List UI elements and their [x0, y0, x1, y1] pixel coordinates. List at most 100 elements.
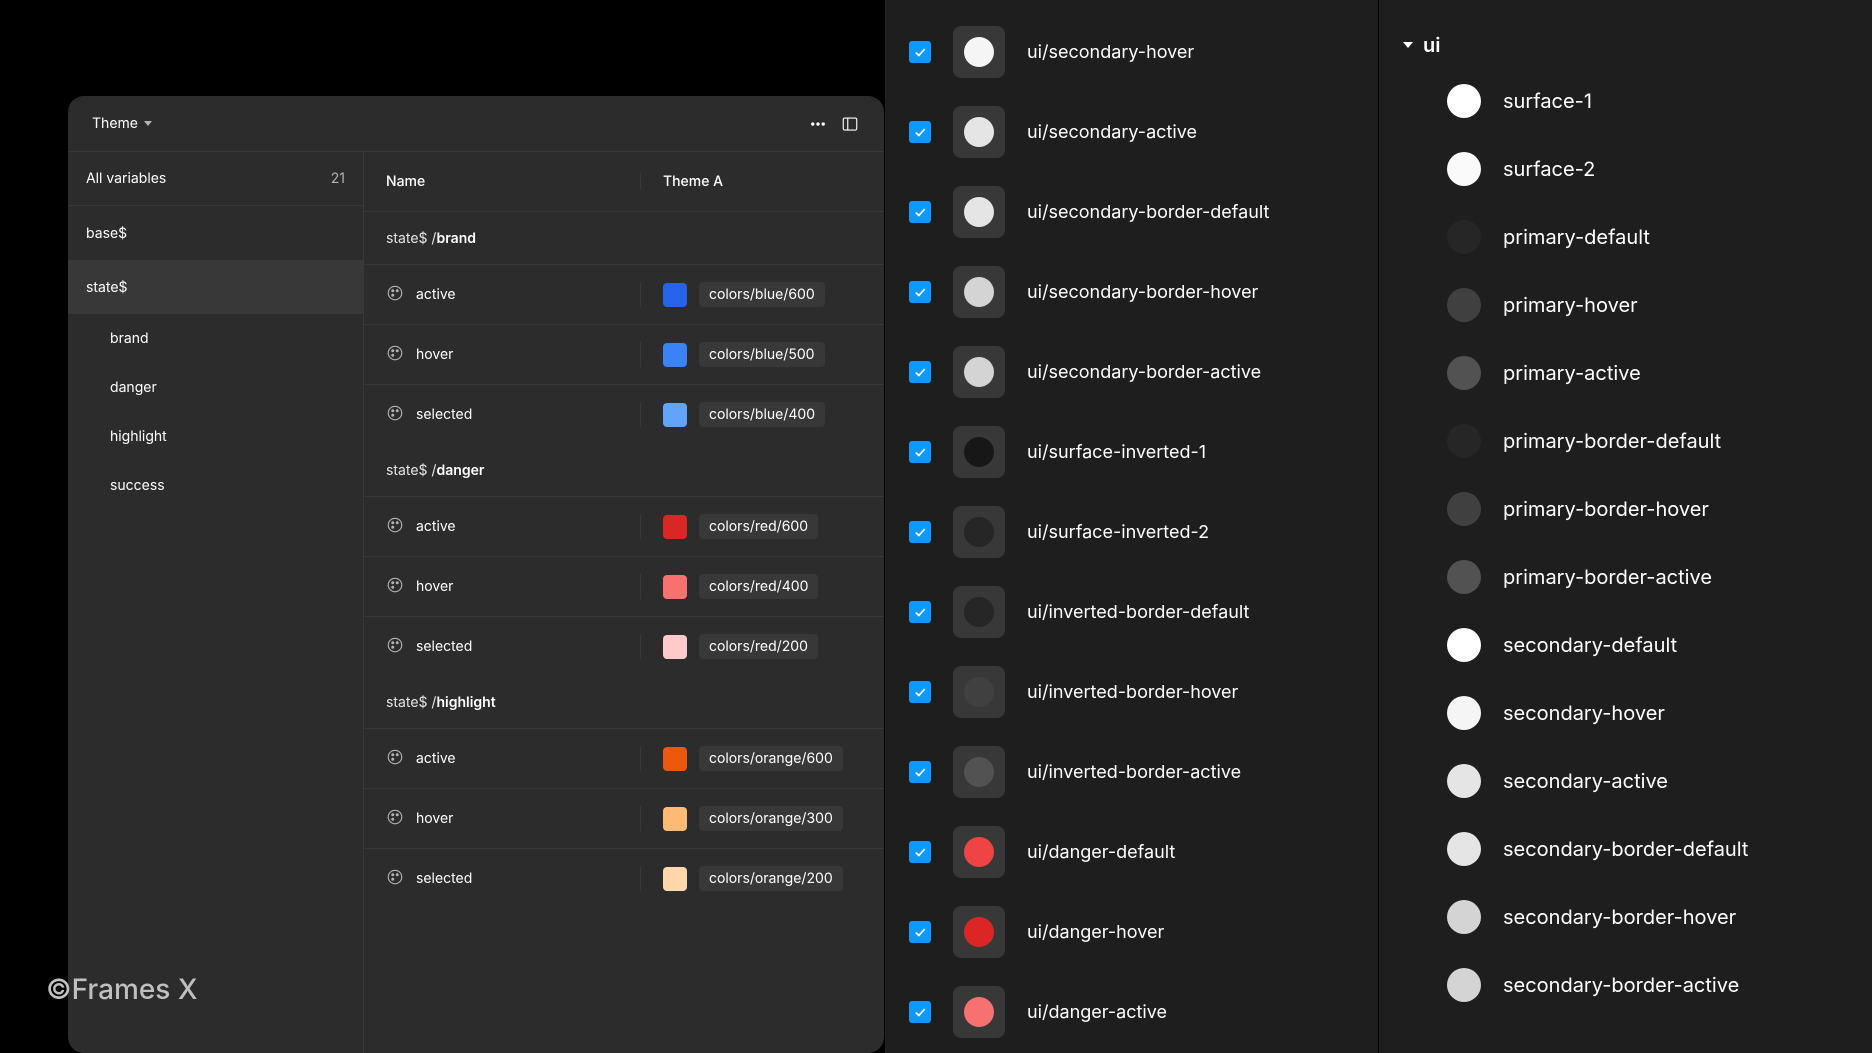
- style-swatch: [1447, 900, 1481, 934]
- variable-name: hover: [416, 346, 453, 363]
- style-tree-item[interactable]: primary-default: [1379, 203, 1872, 271]
- style-swatch-holder: [953, 186, 1005, 238]
- theme-dropdown[interactable]: Theme: [86, 111, 158, 136]
- group-header: state$ / highlight: [364, 676, 884, 728]
- variable-name: selected: [416, 406, 472, 423]
- style-tree-item[interactable]: surface-1: [1379, 67, 1872, 135]
- style-tree-item[interactable]: secondary-border-active: [1379, 951, 1872, 1019]
- style-swatch-holder: [953, 346, 1005, 398]
- style-tree-item[interactable]: secondary-hover: [1379, 679, 1872, 747]
- group-header: state$ / brand: [364, 212, 884, 264]
- style-checkbox[interactable]: [909, 281, 931, 303]
- style-checkbox[interactable]: [909, 441, 931, 463]
- style-tree-item[interactable]: primary-border-hover: [1379, 475, 1872, 543]
- variables-panel: Theme All variables 21 base$state$brandd…: [68, 96, 884, 1053]
- style-selection-row[interactable]: ui/surface-inverted-1: [885, 412, 1378, 492]
- variables-table: Name Theme A state$ / brand active color…: [364, 152, 884, 1053]
- style-checkbox[interactable]: [909, 201, 931, 223]
- style-checkbox[interactable]: [909, 361, 931, 383]
- collection-subitem[interactable]: brand: [68, 314, 363, 363]
- variable-row[interactable]: selected colors/orange/200: [364, 848, 884, 908]
- style-tree-item[interactable]: secondary-border-hover: [1379, 883, 1872, 951]
- style-selection-row[interactable]: ui/danger-active: [885, 972, 1378, 1052]
- style-swatch-holder: [953, 906, 1005, 958]
- variable-name: active: [416, 518, 456, 535]
- style-label: ui/secondary-border-active: [1027, 362, 1261, 383]
- style-selection-row[interactable]: ui/inverted-border-default: [885, 572, 1378, 652]
- style-checkbox[interactable]: [909, 521, 931, 543]
- style-selection-row[interactable]: ui/secondary-border-active: [885, 332, 1378, 412]
- style-tree-label: secondary-border-active: [1503, 973, 1739, 997]
- style-selection-row[interactable]: ui/secondary-hover: [885, 12, 1378, 92]
- style-swatch: [1447, 492, 1481, 526]
- style-checkbox[interactable]: [909, 41, 931, 63]
- style-tree-item[interactable]: secondary-active: [1379, 747, 1872, 815]
- variable-row[interactable]: selected colors/blue/400: [364, 384, 884, 444]
- variable-row[interactable]: active colors/blue/600: [364, 264, 884, 324]
- collection-subitem[interactable]: success: [68, 461, 363, 510]
- all-variables-row[interactable]: All variables 21: [68, 152, 363, 206]
- variable-row[interactable]: hover colors/orange/300: [364, 788, 884, 848]
- style-swatch: [1447, 628, 1481, 662]
- more-options-button[interactable]: [802, 108, 834, 140]
- style-swatch: [964, 837, 994, 867]
- collection-subitem[interactable]: danger: [68, 363, 363, 412]
- collection-item[interactable]: base$: [68, 206, 363, 260]
- style-tree-item[interactable]: primary-border-active: [1379, 543, 1872, 611]
- style-tree-item[interactable]: secondary-border-default: [1379, 815, 1872, 883]
- collection-subitem[interactable]: highlight: [68, 412, 363, 461]
- collection-item[interactable]: state$: [68, 260, 363, 314]
- style-tree-label: secondary-default: [1503, 633, 1677, 657]
- style-tree-label: primary-hover: [1503, 293, 1638, 317]
- palette-icon: [386, 576, 404, 598]
- style-checkbox[interactable]: [909, 921, 931, 943]
- style-swatch: [964, 117, 994, 147]
- style-tree-item[interactable]: secondary-default: [1379, 611, 1872, 679]
- style-tree-item[interactable]: primary-border-default: [1379, 407, 1872, 475]
- variable-name: selected: [416, 870, 472, 887]
- color-swatch: [663, 403, 687, 427]
- style-selection-row[interactable]: ui/danger-hover: [885, 892, 1378, 972]
- tree-root-ui[interactable]: ui: [1379, 22, 1872, 67]
- variable-row[interactable]: hover colors/blue/500: [364, 324, 884, 384]
- style-checkbox[interactable]: [909, 121, 931, 143]
- style-swatch: [1447, 560, 1481, 594]
- style-label: ui/danger-active: [1027, 1002, 1167, 1023]
- style-label: ui/secondary-border-default: [1027, 202, 1269, 223]
- variable-row[interactable]: active colors/red/600: [364, 496, 884, 556]
- variable-name: active: [416, 286, 456, 303]
- style-label: ui/inverted-border-active: [1027, 762, 1241, 783]
- style-tree-item[interactable]: surface-2: [1379, 135, 1872, 203]
- style-checkbox[interactable]: [909, 761, 931, 783]
- style-selection-row[interactable]: ui/secondary-active: [885, 92, 1378, 172]
- style-selection-row[interactable]: ui/danger-default: [885, 812, 1378, 892]
- style-tree-panel: ui surface-1 surface-2 primary-default p…: [1379, 0, 1872, 1053]
- style-tree-item[interactable]: primary-hover: [1379, 271, 1872, 339]
- variable-row[interactable]: hover colors/red/400: [364, 556, 884, 616]
- variable-row[interactable]: selected colors/red/200: [364, 616, 884, 676]
- palette-icon: [386, 344, 404, 366]
- style-checkbox[interactable]: [909, 841, 931, 863]
- style-swatch-holder: [953, 826, 1005, 878]
- variable-name: active: [416, 750, 456, 767]
- collections-sidebar: All variables 21 base$state$branddangerh…: [68, 152, 364, 1053]
- style-selection-row[interactable]: ui/secondary-border-hover: [885, 252, 1378, 332]
- panel-layout-button[interactable]: [834, 108, 866, 140]
- style-checkbox[interactable]: [909, 681, 931, 703]
- variable-value-chip: colors/orange/300: [699, 806, 843, 831]
- style-selection-row[interactable]: ui/surface-inverted-2: [885, 492, 1378, 572]
- style-swatch-holder: [953, 666, 1005, 718]
- style-label: ui/danger-hover: [1027, 922, 1164, 943]
- style-label: ui/secondary-hover: [1027, 42, 1194, 63]
- style-swatch: [964, 197, 994, 227]
- style-checkbox[interactable]: [909, 601, 931, 623]
- style-selection-row[interactable]: ui/secondary-border-default: [885, 172, 1378, 252]
- ellipsis-icon: [809, 115, 827, 133]
- style-tree-item[interactable]: primary-active: [1379, 339, 1872, 407]
- chevron-down-icon: [144, 121, 152, 126]
- style-checkbox[interactable]: [909, 1001, 931, 1023]
- style-selection-row[interactable]: ui/inverted-border-active: [885, 732, 1378, 812]
- style-label: ui/surface-inverted-1: [1027, 442, 1206, 463]
- style-selection-row[interactable]: ui/inverted-border-hover: [885, 652, 1378, 732]
- variable-row[interactable]: active colors/orange/600: [364, 728, 884, 788]
